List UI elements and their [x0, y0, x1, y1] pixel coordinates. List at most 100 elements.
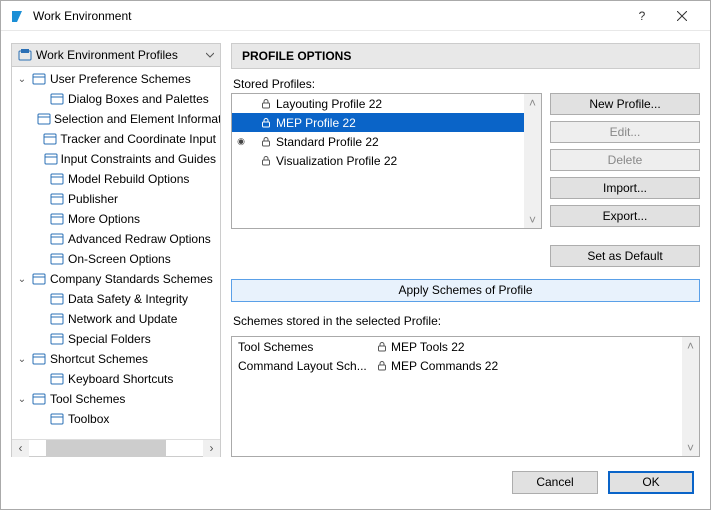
tree-group-label: Tool Schemes: [50, 392, 125, 406]
profiles-tree[interactable]: ⌄User Preference SchemesDialog Boxes and…: [12, 67, 220, 439]
caret-icon: ⌄: [16, 354, 28, 365]
profiles-vscrollbar[interactable]: ˄ ˅: [524, 94, 541, 228]
dialog-footer: Cancel OK: [1, 465, 710, 509]
tree-group-ups[interactable]: ⌄User Preference Schemes: [12, 69, 220, 89]
tree-item-label: More Options: [68, 212, 140, 226]
cancel-button[interactable]: Cancel: [512, 471, 598, 494]
tree-item-oso[interactable]: On-Screen Options: [12, 249, 220, 269]
profile-row[interactable]: Visualization Profile 22: [232, 151, 541, 170]
tree-item-mro[interactable]: Model Rebuild Options: [12, 169, 220, 189]
folder-icon: [31, 391, 47, 407]
scheme-row[interactable]: Command Layout Sch... MEP Commands 22: [232, 356, 699, 375]
profile-options-label: PROFILE OPTIONS: [242, 49, 351, 63]
tree-item-inp[interactable]: Input Constraints and Guides: [12, 149, 220, 169]
item-icon: [49, 251, 65, 267]
folder-icon: [31, 71, 47, 87]
item-icon: [37, 111, 51, 127]
tree-item-label: Network and Update: [68, 312, 177, 326]
tree-header[interactable]: Work Environment Profiles: [12, 44, 220, 67]
lock-icon: [260, 136, 272, 148]
lock-icon: [260, 117, 272, 129]
item-icon: [49, 171, 65, 187]
profile-buttons: New Profile... Edit... Delete Import... …: [550, 75, 700, 267]
tree-group-tos[interactable]: ⌄Tool Schemes: [12, 389, 220, 409]
scroll-thumb[interactable]: [46, 440, 166, 457]
profile-name: Layouting Profile 22: [276, 97, 382, 111]
lock-icon: [260, 98, 272, 110]
profile-row[interactable]: Layouting Profile 22: [232, 94, 541, 113]
scroll-down-arrow[interactable]: ˅: [524, 211, 541, 228]
set-default-button[interactable]: Set as Default: [550, 245, 700, 267]
tree-item-label: Data Safety & Integrity: [68, 292, 188, 306]
schemes-vscrollbar[interactable]: ˄ ˅: [682, 337, 699, 456]
profile-row[interactable]: MEP Profile 22: [232, 113, 541, 132]
window-title: Work Environment: [33, 9, 622, 23]
tree-hscrollbar[interactable]: ‹ ›: [12, 439, 220, 456]
tree-item-kbs[interactable]: Keyboard Shortcuts: [12, 369, 220, 389]
tree-item-nup[interactable]: Network and Update: [12, 309, 220, 329]
tree-item-mor[interactable]: More Options: [12, 209, 220, 229]
scroll-down-arrow[interactable]: ˅: [682, 439, 699, 456]
export-button[interactable]: Export...: [550, 205, 700, 227]
scheme-row[interactable]: Tool SchemesMEP Tools 22: [232, 337, 699, 356]
item-icon: [49, 291, 65, 307]
titlebar: Work Environment ?: [1, 1, 710, 31]
tree-item-dsi[interactable]: Data Safety & Integrity: [12, 289, 220, 309]
tree-group-shs[interactable]: ⌄Shortcut Schemes: [12, 349, 220, 369]
import-button[interactable]: Import...: [550, 177, 700, 199]
schemes-list[interactable]: Tool SchemesMEP Tools 22Command Layout S…: [231, 336, 700, 457]
tree-item-label: Input Constraints and Guides: [61, 152, 216, 166]
tree-item-label: Special Folders: [68, 332, 151, 346]
scheme-name: MEP Tools 22: [391, 340, 465, 354]
tree-item-sel[interactable]: Selection and Element Information: [12, 109, 220, 129]
item-icon: [49, 231, 65, 247]
item-icon: [49, 371, 65, 387]
tree-item-pub[interactable]: Publisher: [12, 189, 220, 209]
edit-button: Edit...: [550, 121, 700, 143]
tree-group-cos[interactable]: ⌄ Company Standards Schemes: [12, 269, 220, 289]
dialog-content: Work Environment Profiles ⌄User Preferen…: [1, 31, 710, 465]
profile-row[interactable]: ◉Standard Profile 22: [232, 132, 541, 151]
profile-name: MEP Profile 22: [276, 116, 356, 130]
item-icon: [49, 411, 65, 427]
new-profile-button[interactable]: New Profile...: [550, 93, 700, 115]
caret-icon: ⌄: [16, 274, 28, 285]
scroll-right-arrow[interactable]: ›: [203, 440, 220, 457]
work-environment-dialog: Work Environment ? Work Environment Prof…: [0, 0, 711, 510]
caret-icon: ⌄: [16, 74, 28, 85]
tree-item-label: Keyboard Shortcuts: [68, 372, 173, 386]
scroll-up-arrow[interactable]: ˄: [682, 337, 699, 354]
stored-profiles-label: Stored Profiles:: [231, 75, 542, 93]
tree-item-spf[interactable]: Special Folders: [12, 329, 220, 349]
profiles-area: Stored Profiles: Layouting Profile 22 MEP…: [231, 75, 700, 267]
tree-item-trk[interactable]: Tracker and Coordinate Input: [12, 129, 220, 149]
app-icon: [9, 8, 25, 24]
scheme-name: MEP Commands 22: [391, 359, 498, 373]
scroll-left-arrow[interactable]: ‹: [12, 440, 29, 457]
scheme-name-cell: MEP Commands 22: [372, 359, 498, 373]
tree-item-label: Toolbox: [68, 412, 109, 426]
help-button[interactable]: ?: [622, 1, 662, 31]
lock-icon: [260, 155, 272, 167]
tree-item-dlg[interactable]: Dialog Boxes and Palettes: [12, 89, 220, 109]
scroll-up-arrow[interactable]: ˄: [524, 94, 541, 111]
item-icon: [49, 331, 65, 347]
item-icon: [44, 151, 58, 167]
schemes-label: Schemes stored in the selected Profile:: [231, 312, 700, 330]
profile-name: Visualization Profile 22: [276, 154, 397, 168]
right-pane: PROFILE OPTIONS Stored Profiles: Layouti…: [231, 43, 700, 457]
tree-item-label: On-Screen Options: [68, 252, 171, 266]
close-button[interactable]: [662, 1, 702, 31]
tree-item-tbx[interactable]: Toolbox: [12, 409, 220, 429]
scheme-category: Command Layout Sch...: [232, 359, 372, 373]
tree-item-aro[interactable]: Advanced Redraw Options: [12, 229, 220, 249]
stored-profiles-list[interactable]: Layouting Profile 22 MEP Profile 22 ◉Stand…: [231, 93, 542, 229]
profile-options-header: PROFILE OPTIONS: [231, 43, 700, 69]
item-icon: [43, 131, 57, 147]
ok-button[interactable]: OK: [608, 471, 694, 494]
apply-schemes-button[interactable]: Apply Schemes of Profile: [231, 279, 700, 302]
chevron-down-icon: [206, 51, 214, 59]
item-icon: [49, 311, 65, 327]
folder-icon: [31, 351, 47, 367]
tree-group-label: Company Standards Schemes: [50, 272, 213, 286]
